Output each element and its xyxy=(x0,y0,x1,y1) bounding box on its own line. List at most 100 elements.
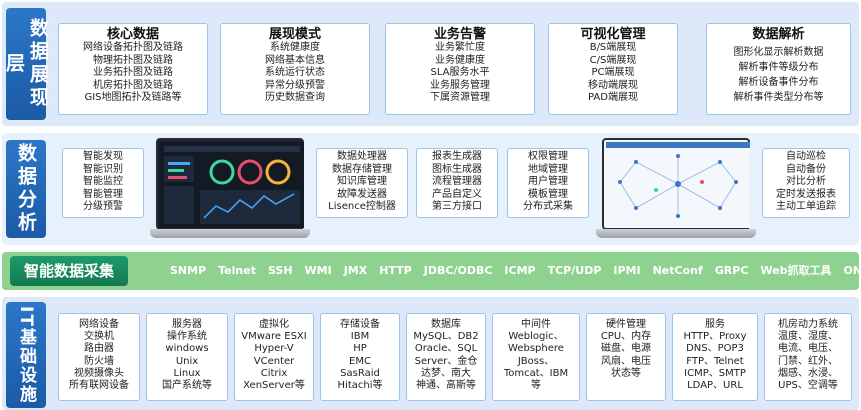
box-line: 磁盘、电源 xyxy=(601,343,651,355)
protocol-item: NetConf xyxy=(652,264,703,277)
box-display-mode: 展现模式 系统健康度 网络基本信息 系统运行状态 异常分级预警 历史数据查询 xyxy=(220,23,370,115)
box-line: 达梦、南大 xyxy=(421,367,471,379)
box-line: Linux xyxy=(173,367,201,379)
box-access-management: 权限管理 地域管理 用户管理 模板管理 分布式采集 xyxy=(507,148,589,218)
box-line: 故障发送器 xyxy=(337,188,387,200)
box-line: 解析事件类型分布等 xyxy=(733,92,824,103)
box-line: 等 xyxy=(531,380,541,392)
box-line: 网络设备 xyxy=(79,319,119,330)
box-line: 门禁、红外、 xyxy=(778,355,838,367)
box-line: 状态等 xyxy=(611,367,641,379)
box-line: DNS、POP3 xyxy=(686,343,744,355)
box-line: 服务 xyxy=(705,319,725,330)
box-line: 分级预警 xyxy=(83,201,123,213)
box-line: 智能监控 xyxy=(83,176,123,188)
box-line: 流程管理器 xyxy=(432,176,482,188)
protocol-item: GRPC xyxy=(714,264,749,277)
box-line: 业务服务管理 xyxy=(430,79,490,91)
box-line: 知识库管理 xyxy=(337,176,387,188)
box-business-alert: 业务告警 业务繁忙度 业务健康度 SLA服务水平 业务服务管理 下属资源管理 xyxy=(385,23,535,115)
box-data-processing: 数据处理器 数据存储管理 知识库管理 故障发送器 Lisence控制器 xyxy=(316,148,408,218)
box-line: HTTP、Proxy xyxy=(683,331,747,343)
box-line: 地域管理 xyxy=(528,163,568,175)
box-line: 权限管理 xyxy=(528,151,568,162)
box-line: 异常分级预警 xyxy=(265,79,325,91)
protocol-item: IPMI xyxy=(613,264,641,277)
box-line: B/S端展现 xyxy=(589,42,637,53)
box-title: 数据解析 xyxy=(752,27,805,42)
box-line: CPU、内存 xyxy=(600,331,652,343)
box-line: windows xyxy=(165,343,209,355)
box-line: 自动巡检 xyxy=(786,151,826,162)
analysis-layer-label: 数据分析 xyxy=(6,140,46,238)
box-title: 核心数据 xyxy=(106,27,159,42)
box-machine-room: 机房动力系统 温度、湿度、 电流、电压、 门禁、红外、 烟感、水浸、 UPS、空… xyxy=(764,313,852,401)
box-line: Oracle、SQL xyxy=(414,343,478,355)
box-line: 系统运行状态 xyxy=(265,67,325,78)
box-line: VCenter xyxy=(253,355,295,367)
box-line: 风扇、电压 xyxy=(601,355,651,367)
box-line: MySQL、DB2 xyxy=(413,331,479,343)
box-line: PAD端展现 xyxy=(588,92,638,103)
box-title: 展现模式 xyxy=(268,27,321,42)
box-report-tools: 报表生成器 图标生成器 流程管理器 产品自定义 第三方接口 xyxy=(416,148,498,218)
protocol-item: Web抓取工具 xyxy=(760,264,832,277)
box-line: 温度、湿度、 xyxy=(778,331,838,343)
box-line: 所有联网设备 xyxy=(69,380,129,392)
box-line: 交换机 xyxy=(84,331,114,343)
box-line: Hitachi等 xyxy=(337,380,383,392)
box-line: Hyper-V xyxy=(254,343,294,355)
collection-layer-label: 智能数据采集 xyxy=(10,256,128,286)
box-hardware: 硬件管理 CPU、内存 磁盘、电源 风扇、电压 状态等 xyxy=(586,313,666,401)
box-line: 第三方接口 xyxy=(432,201,482,213)
box-intelligent-functions: 智能发现 智能识别 智能监控 智能管理 分级预警 xyxy=(62,148,144,218)
box-line: 硬件管理 xyxy=(606,319,646,330)
box-line: LDAP、URL xyxy=(687,380,743,392)
box-line: 用户管理 xyxy=(528,176,568,188)
box-line: EMC xyxy=(349,355,371,367)
box-line: 对比分析 xyxy=(786,176,826,188)
box-line: 数据处理器 xyxy=(337,151,387,162)
box-line: 虚拟化 xyxy=(259,319,289,330)
box-line: UPS、空调等 xyxy=(778,380,838,392)
protocol-item: TCP/UDP xyxy=(547,264,602,277)
box-network-devices: 网络设备 交换机 路由器 防火墙 视频摄像头 所有联网设备 xyxy=(58,313,140,401)
box-line: Lisence控制器 xyxy=(328,201,396,213)
box-line: 神通、高斯等 xyxy=(416,380,476,392)
box-line: 分布式采集 xyxy=(523,201,573,213)
protocol-item: JMX xyxy=(343,264,368,277)
protocol-item: SSH xyxy=(267,264,293,277)
box-line: Server、金仓 xyxy=(414,355,478,367)
protocol-item: SNMP xyxy=(170,264,207,277)
box-automation: 自动巡检 自动备份 对比分析 定时发送报表 主动工单追踪 xyxy=(762,148,850,218)
box-line: 解析设备事件分布 xyxy=(738,77,819,88)
box-line: 主动工单追踪 xyxy=(776,201,836,213)
box-line: 网络基本信息 xyxy=(265,54,325,66)
box-line: 解析事件等级分布 xyxy=(738,62,819,73)
box-visual-management: 可视化管理 B/S端展现 C/S端展现 PC端展现 移动端展现 PAD端展现 xyxy=(548,23,678,115)
laptop-dashboard-icon xyxy=(150,138,310,238)
box-title: 可视化管理 xyxy=(580,27,646,42)
box-line: Unix xyxy=(175,355,199,367)
box-line: 防火墙 xyxy=(84,355,114,367)
box-line: 数据库 xyxy=(431,319,461,330)
box-line: XenServer等 xyxy=(243,380,305,392)
protocol-list: SNMP Telnet SSH WMI JMX HTTP JDBC/ODBC I… xyxy=(170,262,861,282)
box-line: 操作系统 xyxy=(167,331,207,343)
box-line: 数据存储管理 xyxy=(332,163,392,175)
box-line: 报表生成器 xyxy=(432,151,482,162)
box-line: 烟感、水浸、 xyxy=(778,367,838,379)
box-line: SLA服务水平 xyxy=(430,67,490,78)
presentation-layer-label: 数据展现层 xyxy=(3,8,49,120)
box-line: Weblogic、 xyxy=(508,331,564,343)
box-line: 机房拓扑图及链路 xyxy=(93,79,173,91)
box-core-data: 核心数据 网络设备拓扑图及链路 物理拓扑图及链路 业务拓扑图及链路 机房拓扑图及… xyxy=(58,23,208,115)
box-line: SasRaid xyxy=(340,367,380,379)
box-line: FTP、Telnet xyxy=(686,355,744,367)
box-line: 存储设备 xyxy=(340,319,380,330)
box-line: GIS地图拓扑及链路等 xyxy=(84,92,182,103)
protocol-item: ICMP xyxy=(504,264,536,277)
box-line: Citrix xyxy=(260,367,288,379)
box-line: 国产系统等 xyxy=(162,380,212,392)
box-line: VMware ESXI xyxy=(241,331,307,343)
